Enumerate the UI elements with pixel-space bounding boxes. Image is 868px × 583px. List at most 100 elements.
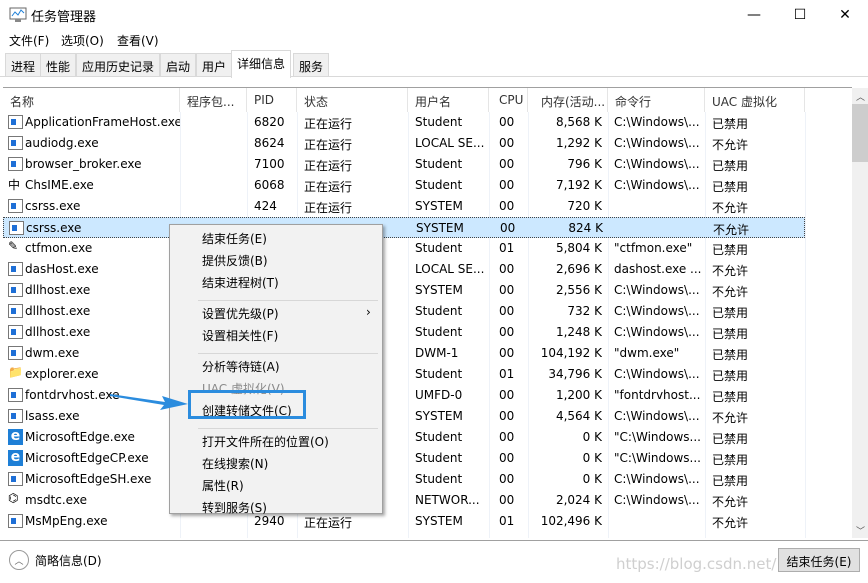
annotation-highlight-box [188, 390, 306, 419]
tab-startup[interactable]: 启动 [160, 53, 197, 77]
network-icon: ⌬ [8, 491, 19, 505]
table-row[interactable]: dllhost.exe SYSTEM 00 2,556 K C:\Windows\...… [3, 280, 805, 301]
scrollbar-thumb[interactable] [852, 104, 868, 162]
context-menu-item[interactable]: 提供反馈(B) [202, 252, 268, 269]
cell-name: MicrosoftEdge.exe [25, 430, 135, 444]
table-row[interactable]: ⌬ msdtc.exe NETWOR... 00 2,024 K C:\Windows\.… [3, 490, 805, 511]
tab-processes[interactable]: 进程 [5, 53, 42, 77]
cell-pid: 7100 [254, 157, 285, 171]
cell-uac: 已禁用 [712, 180, 749, 194]
cell-cmd: C:\Windows\... [614, 409, 700, 423]
cell-uac: 不允许 [712, 264, 749, 278]
context-menu-item[interactable]: 设置相关性(F) [202, 327, 278, 344]
table-row[interactable]: dasHost.exe LOCAL SE... 00 2,696 K dashost.e… [3, 259, 805, 280]
context-menu-item[interactable]: 转到服务(S) [202, 499, 267, 516]
cell-mem: 102,496 K [540, 514, 602, 528]
maximize-button[interactable]: ☐ [777, 0, 823, 30]
menu-options[interactable]: 选项(O) [61, 32, 104, 49]
table-row[interactable]: audiodg.exe 8624 正在运行 LOCAL SE... 00 1,292 K C… [3, 133, 805, 154]
table-row[interactable]: 📁 explorer.exe Student 01 34,796 K C:\Windows… [3, 364, 805, 385]
table-row[interactable]: csrss.exe 424 正在运行 SYSTEM 00 720 K 不允许 [3, 196, 805, 217]
table-row[interactable]: browser_broker.exe 7100 正在运行 Student 00 796 K… [3, 154, 805, 175]
scroll-up-icon[interactable]: ︿ [856, 90, 865, 103]
table-row[interactable]: dwm.exe DWM-1 00 104,192 K "dwm.exe" 已禁用 [3, 343, 805, 364]
window-icon [9, 221, 24, 235]
column-header-memory[interactable]: 内存(活动... [528, 88, 608, 112]
table-row[interactable]: 中 ChsIME.exe 6068 正在运行 Student 00 7,192 K C:\Wi… [3, 175, 805, 196]
column-header-package[interactable]: 程序包... [180, 88, 247, 112]
cell-name: csrss.exe [26, 221, 82, 235]
cell-cpu: 00 [499, 472, 515, 486]
table-row[interactable]: e MicrosoftEdge.exe Student 00 0 K "C:\Window… [3, 427, 805, 448]
table-row[interactable]: csrss.exe SYSTEM 00 824 K 不允许 [3, 217, 805, 238]
context-menu-item[interactable]: 结束进程树(T) [202, 274, 279, 291]
table-row[interactable]: dllhost.exe Student 00 732 K C:\Windows\... 已… [3, 301, 805, 322]
context-menu: 结束任务(E) 提供反馈(B) 结束进程树(T) 设置优先级(P) › 设置相关性(F) 分… [169, 224, 383, 516]
context-menu-item[interactable]: 分析等待链(A) [202, 358, 280, 375]
column-header-status[interactable]: 状态 [297, 88, 408, 112]
tab-services[interactable]: 服务 [293, 53, 330, 77]
fewer-details-button[interactable]: ︿ 简略信息(D) [9, 550, 102, 570]
cell-mem: 1,200 K [555, 388, 602, 402]
column-header-uac[interactable]: UAC 虚拟化 [705, 88, 805, 112]
column-header-name[interactable]: 名称 ^ [3, 88, 180, 112]
column-header-pid[interactable]: PID [247, 88, 297, 112]
close-icon: ✕ [839, 7, 851, 23]
column-header-user[interactable]: 用户名 [408, 88, 489, 112]
cell-name: MsMpEng.exe [25, 514, 108, 528]
menu-bar: 文件(F) 选项(O) 查看(V) [0, 30, 868, 50]
context-menu-item[interactable]: 设置优先级(P) [202, 305, 279, 322]
cell-cpu: 00 [499, 262, 515, 276]
context-menu-item[interactable]: 属性(R) [202, 477, 244, 494]
cell-cpu: 00 [499, 451, 515, 465]
tab-app-history[interactable]: 应用历史记录 [76, 53, 161, 77]
tab-details[interactable]: 详细信息 [231, 50, 292, 78]
window-icon [8, 325, 23, 339]
cell-mem: 0 K [582, 472, 602, 486]
table-row[interactable]: ✎ ctfmon.exe Student 01 5,804 K "ctfmon.exe" 已… [3, 238, 805, 259]
cell-mem: 1,248 K [555, 325, 602, 339]
table-row[interactable]: ApplicationFrameHost.exe 6820 正在运行 Student 0… [3, 112, 805, 133]
end-task-button[interactable]: 结束任务(E) [778, 548, 860, 572]
maximize-icon: ☐ [793, 7, 807, 23]
cell-cpu: 00 [500, 221, 516, 235]
cell-cmd: "ctfmon.exe" [614, 241, 693, 255]
edge-icon: e [8, 429, 23, 445]
cell-uac: 已禁用 [712, 159, 749, 173]
cell-uac: 不允许 [713, 223, 750, 237]
cell-uac: 已禁用 [712, 327, 749, 341]
cell-mem: 104,192 K [540, 346, 602, 360]
cell-name: browser_broker.exe [25, 157, 142, 171]
cell-user: SYSTEM [415, 409, 463, 423]
column-header-cpu[interactable]: CPU [489, 88, 528, 112]
menu-file[interactable]: 文件(F) [9, 32, 49, 49]
cell-cpu: 00 [499, 178, 515, 192]
context-menu-item[interactable]: 在线搜索(N) [202, 455, 268, 472]
minimize-button[interactable]: — [731, 0, 777, 30]
cell-name: dasHost.exe [25, 262, 99, 276]
table-row[interactable]: MicrosoftEdgeSH.exe Student 00 0 K C:\Window… [3, 469, 805, 490]
window-icon [8, 304, 23, 318]
cell-uac: 不允许 [712, 138, 749, 152]
cell-cmd: C:\Windows\... [614, 367, 700, 381]
close-button[interactable]: ✕ [822, 0, 868, 30]
table-row[interactable]: MsMpEng.exe 2940 正在运行 SYSTEM 01 102,496 K 不允许 [3, 511, 805, 532]
tab-users[interactable]: 用户 [196, 53, 233, 77]
cell-uac: 已禁用 [712, 348, 749, 362]
context-menu-item[interactable]: 结束任务(E) [202, 230, 267, 247]
menu-view[interactable]: 查看(V) [117, 32, 159, 49]
column-header-command-line[interactable]: 命令行 [608, 88, 705, 112]
table-row[interactable]: dllhost.exe Student 00 1,248 K C:\Windows\..… [3, 322, 805, 343]
window-icon [8, 283, 23, 297]
context-menu-item[interactable]: 打开文件所在的位置(O) [202, 433, 329, 450]
window-title: 任务管理器 [31, 10, 97, 25]
table-row[interactable]: e MicrosoftEdgeCP.exe Student 00 0 K "C:\Wind… [3, 448, 805, 469]
cell-user: UMFD-0 [415, 388, 463, 402]
cell-cpu: 00 [499, 325, 515, 339]
chevron-up-icon: ︿ [9, 550, 29, 570]
cell-pid: 6068 [254, 178, 285, 192]
tab-performance[interactable]: 性能 [40, 53, 77, 77]
scroll-down-icon[interactable]: ﹀ [856, 524, 865, 537]
cell-cmd: "dwm.exe" [614, 346, 680, 360]
cell-user: Student [415, 241, 463, 255]
